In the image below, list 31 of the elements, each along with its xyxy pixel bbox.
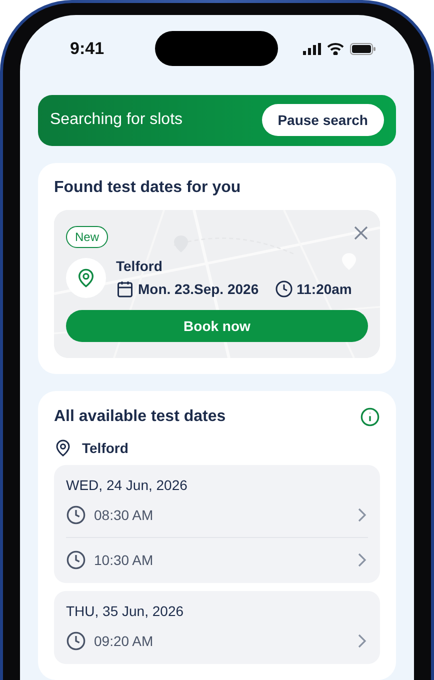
chevron-right-icon[interactable] [356, 634, 368, 648]
wifi-icon [327, 42, 344, 55]
banner-text: Searching for slots [50, 111, 183, 130]
slot-date: Mon. 23.Sep. 2026 [138, 281, 259, 297]
time-slot[interactable]: 09:20 AM [94, 633, 348, 649]
date-heading: THU, 35 Jun, 2026 [66, 603, 185, 619]
new-badge: New [66, 226, 108, 248]
card-title: Found test dates for you [54, 179, 242, 197]
chevron-right-icon[interactable] [356, 553, 368, 567]
info-icon[interactable] [360, 407, 380, 427]
date-heading: WED, 24 Jun, 2026 [66, 477, 188, 493]
close-icon[interactable] [354, 226, 368, 240]
clock-icon [66, 550, 86, 570]
clock-icon [66, 505, 86, 525]
card-title: All available test dates [54, 408, 226, 426]
clock-icon [274, 280, 293, 298]
time-slot[interactable]: 08:30 AM [94, 507, 348, 523]
location-pin-icon [54, 439, 72, 457]
slot-time: 11:20am [296, 281, 352, 297]
battery-icon [350, 42, 376, 55]
clock-icon [66, 631, 86, 651]
location-name: Telford [82, 440, 128, 456]
calendar-icon [116, 280, 134, 298]
book-now-button[interactable]: Book now [66, 310, 368, 342]
time-slot[interactable]: 10:30 AM [94, 552, 348, 568]
location-name: Telford [116, 258, 164, 274]
pause-search-button[interactable]: Pause search [262, 104, 384, 136]
location-pin-icon [76, 268, 96, 288]
status-time: 9:41 [70, 38, 106, 59]
signal-icon [303, 42, 321, 55]
chevron-right-icon[interactable] [356, 508, 368, 522]
